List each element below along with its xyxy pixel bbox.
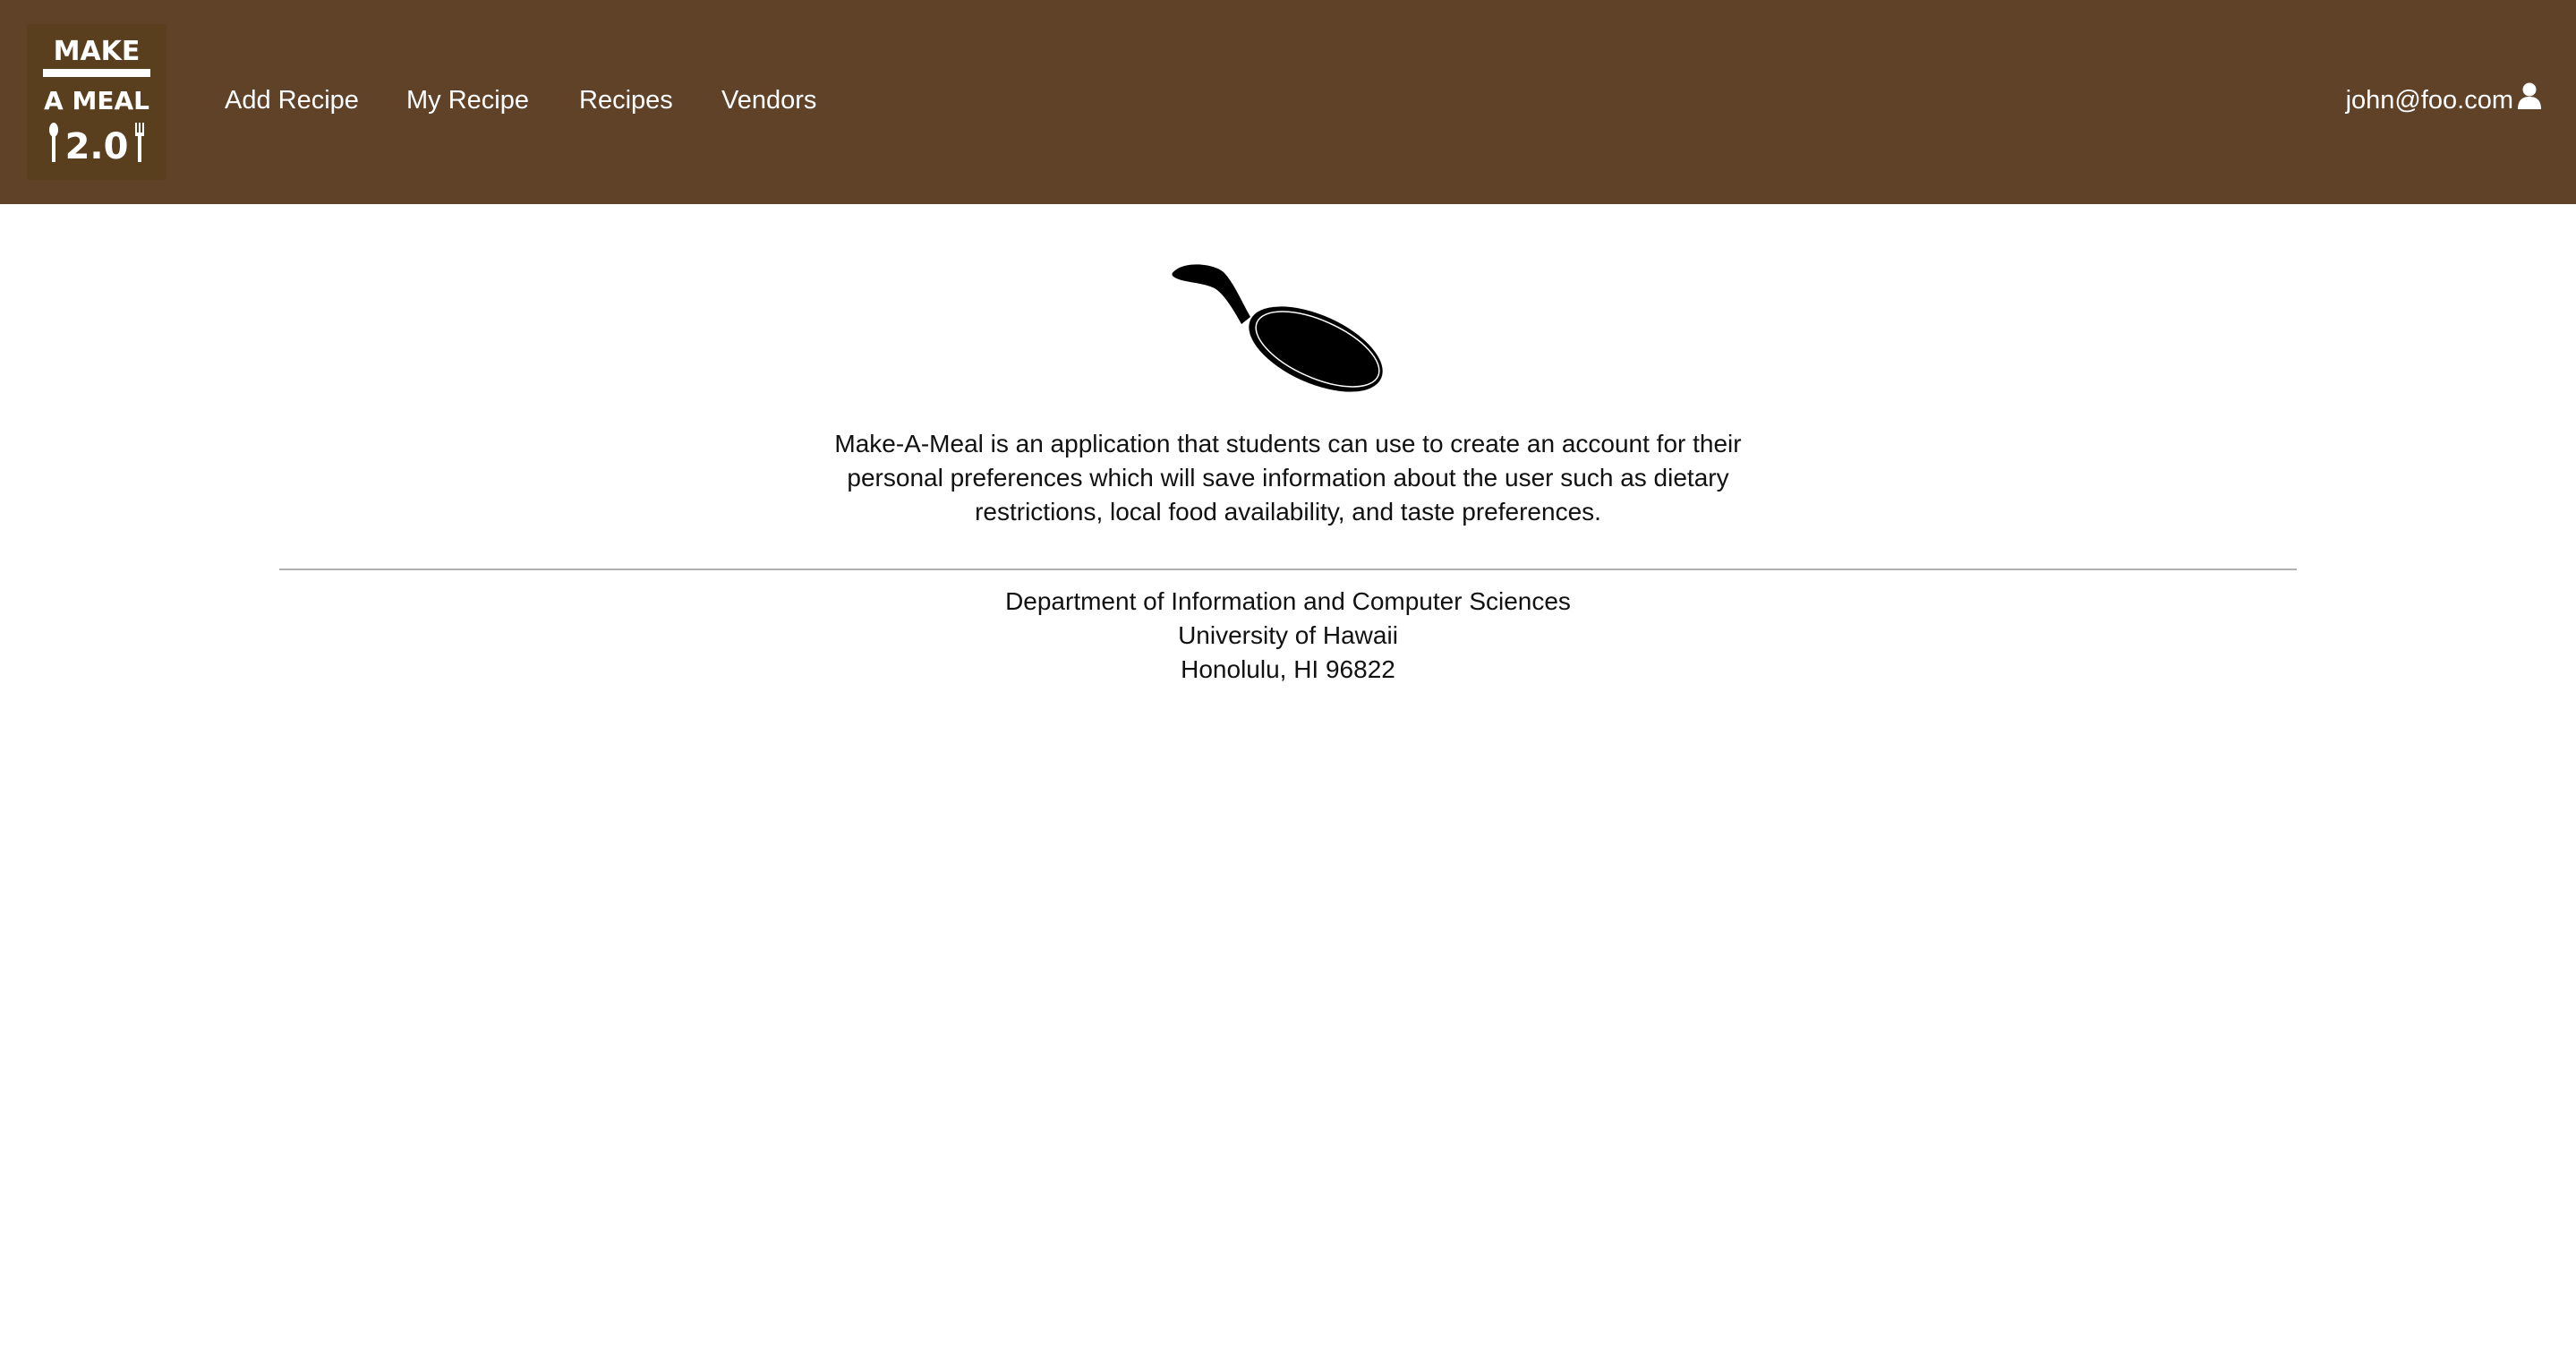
user-email: john@foo.com	[2345, 86, 2513, 115]
app-description: Make-A-Meal is an application that stude…	[834, 430, 1742, 526]
footer-university: University of Hawaii	[1178, 621, 1398, 649]
frying-pan-icon	[1168, 261, 1392, 405]
nav-recipes[interactable]: Recipes	[579, 82, 673, 118]
svg-text:MAKE: MAKE	[54, 36, 141, 67]
logo-graphic: MAKE A MEAL 2.0	[43, 36, 150, 167]
top-navbar: MAKE A MEAL 2.0 Add Recipe My Recipe Rec…	[0, 0, 2576, 204]
footer-city: Honolulu, HI 96822	[1181, 655, 1395, 683]
footer-department: Department of Information and Computer S…	[1005, 587, 1571, 615]
user-icon	[2517, 82, 2542, 119]
svg-text:A MEAL: A MEAL	[44, 86, 149, 115]
user-menu[interactable]: john@foo.com	[2346, 82, 2542, 118]
nav-my-recipe[interactable]: My Recipe	[406, 82, 529, 118]
section-divider	[279, 569, 2297, 570]
svg-text:2.0: 2.0	[65, 126, 129, 167]
nav-vendors[interactable]: Vendors	[721, 82, 816, 118]
footer-address: Department of Information and Computer S…	[796, 585, 1780, 687]
make-a-meal-logo[interactable]: MAKE A MEAL 2.0	[27, 24, 166, 180]
nav-add-recipe[interactable]: Add Recipe	[225, 82, 359, 118]
